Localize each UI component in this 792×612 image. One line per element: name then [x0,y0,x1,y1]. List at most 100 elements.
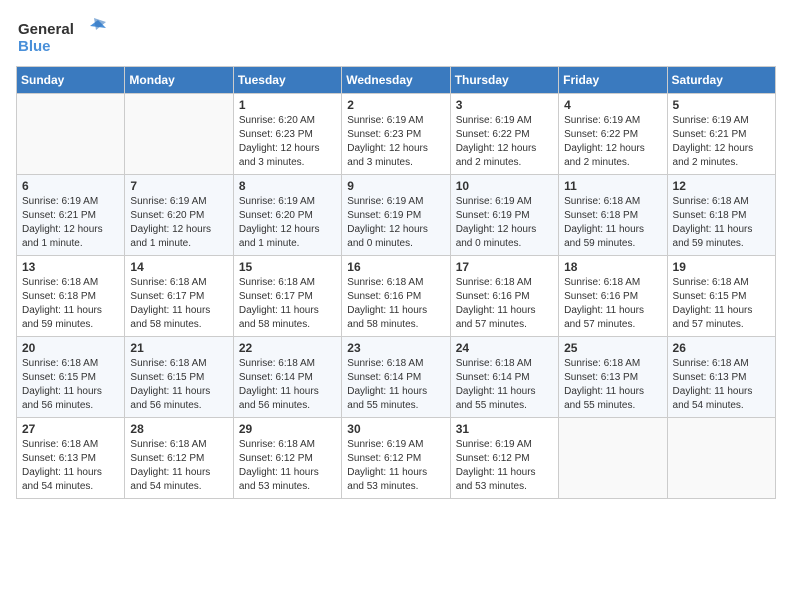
calendar-cell: 24 Sunrise: 6:18 AM Sunset: 6:14 PM Dayli… [450,337,558,418]
cell-info: Sunrise: 6:18 AM Sunset: 6:17 PM Dayligh… [130,276,227,332]
calendar-cell: 19 Sunrise: 6:18 AM Sunset: 6:15 PM Dayli… [667,256,775,337]
cell-info: Sunrise: 6:19 AM Sunset: 6:20 PM Dayligh… [130,195,227,251]
cell-info: Sunrise: 6:18 AM Sunset: 6:12 PM Dayligh… [130,438,227,494]
day-number: 31 [456,422,553,436]
calendar-cell: 25 Sunrise: 6:18 AM Sunset: 6:13 PM Dayli… [559,337,667,418]
cell-info: Sunrise: 6:19 AM Sunset: 6:19 PM Dayligh… [347,195,444,251]
cell-info: Sunrise: 6:19 AM Sunset: 6:22 PM Dayligh… [456,114,553,170]
day-number: 14 [130,260,227,274]
cell-info: Sunrise: 6:18 AM Sunset: 6:12 PM Dayligh… [239,438,336,494]
calendar-cell: 27 Sunrise: 6:18 AM Sunset: 6:13 PM Dayli… [17,418,125,499]
cell-info: Sunrise: 6:18 AM Sunset: 6:16 PM Dayligh… [456,276,553,332]
day-number: 19 [673,260,770,274]
calendar-cell: 3 Sunrise: 6:19 AM Sunset: 6:22 PM Daylig… [450,94,558,175]
day-number: 9 [347,179,444,193]
cell-info: Sunrise: 6:18 AM Sunset: 6:16 PM Dayligh… [564,276,661,332]
weekday-header-cell: Saturday [667,67,775,94]
day-number: 4 [564,98,661,112]
day-number: 15 [239,260,336,274]
cell-info: Sunrise: 6:18 AM Sunset: 6:13 PM Dayligh… [22,438,119,494]
weekday-header-cell: Friday [559,67,667,94]
day-number: 30 [347,422,444,436]
calendar-cell: 17 Sunrise: 6:18 AM Sunset: 6:16 PM Dayli… [450,256,558,337]
calendar-cell: 8Sunrise: 6:19 AM Sunset: 6:20 PM Daylig… [233,175,341,256]
day-number: 22 [239,341,336,355]
cell-info: Sunrise: 6:19 AM Sunset: 6:21 PM Dayligh… [22,195,119,251]
calendar-cell [559,418,667,499]
cell-info: Sunrise: 6:19 AM Sunset: 6:12 PM Dayligh… [347,438,444,494]
weekday-header-cell: Wednesday [342,67,450,94]
cell-info: Sunrise: 6:18 AM Sunset: 6:15 PM Dayligh… [22,357,119,413]
calendar-cell: 4 Sunrise: 6:19 AM Sunset: 6:22 PM Daylig… [559,94,667,175]
cell-info: Sunrise: 6:18 AM Sunset: 6:15 PM Dayligh… [673,276,770,332]
day-number: 13 [22,260,119,274]
calendar-cell: 9 Sunrise: 6:19 AM Sunset: 6:19 PM Daylig… [342,175,450,256]
calendar-cell: 6 Sunrise: 6:19 AM Sunset: 6:21 PM Daylig… [17,175,125,256]
calendar-cell: 13Sunrise: 6:18 AM Sunset: 6:18 PM Dayli… [17,256,125,337]
day-number: 17 [456,260,553,274]
cell-info: Sunrise: 6:18 AM Sunset: 6:16 PM Dayligh… [347,276,444,332]
calendar-week-row: 13Sunrise: 6:18 AM Sunset: 6:18 PM Dayli… [17,256,776,337]
cell-info: Sunrise: 6:18 AM Sunset: 6:14 PM Dayligh… [347,357,444,413]
cell-info: Sunrise: 6:18 AM Sunset: 6:17 PM Dayligh… [239,276,336,332]
calendar-cell [125,94,233,175]
cell-info: Sunrise: 6:18 AM Sunset: 6:14 PM Dayligh… [456,357,553,413]
day-number: 20 [22,341,119,355]
logo-svg: General Blue [16,16,106,56]
calendar-cell [17,94,125,175]
day-number: 10 [456,179,553,193]
calendar-cell: 23 Sunrise: 6:18 AM Sunset: 6:14 PM Dayli… [342,337,450,418]
day-number: 23 [347,341,444,355]
calendar-cell: 5Sunrise: 6:19 AM Sunset: 6:21 PM Daylig… [667,94,775,175]
weekday-header-row: SundayMondayTuesdayWednesdayThursdayFrid… [17,67,776,94]
day-number: 5 [673,98,770,112]
weekday-header-cell: Monday [125,67,233,94]
calendar-cell: 14 Sunrise: 6:18 AM Sunset: 6:17 PM Dayli… [125,256,233,337]
calendar-cell: 2 Sunrise: 6:19 AM Sunset: 6:23 PM Daylig… [342,94,450,175]
day-number: 7 [130,179,227,193]
calendar-table: SundayMondayTuesdayWednesdayThursdayFrid… [16,66,776,499]
day-number: 18 [564,260,661,274]
day-number: 11 [564,179,661,193]
calendar-cell: 16Sunrise: 6:18 AM Sunset: 6:16 PM Dayli… [342,256,450,337]
calendar-cell: 15 Sunrise: 6:18 AM Sunset: 6:17 PM Dayli… [233,256,341,337]
day-number: 6 [22,179,119,193]
calendar-cell [667,418,775,499]
calendar-cell: 18 Sunrise: 6:18 AM Sunset: 6:16 PM Dayli… [559,256,667,337]
svg-text:Blue: Blue [18,38,51,55]
weekday-header-cell: Thursday [450,67,558,94]
calendar-week-row: 6 Sunrise: 6:19 AM Sunset: 6:21 PM Daylig… [17,175,776,256]
cell-info: Sunrise: 6:18 AM Sunset: 6:18 PM Dayligh… [564,195,661,251]
weekday-header-cell: Sunday [17,67,125,94]
day-number: 24 [456,341,553,355]
day-number: 2 [347,98,444,112]
day-number: 26 [673,341,770,355]
cell-info: Sunrise: 6:19 AM Sunset: 6:20 PM Dayligh… [239,195,336,251]
calendar-cell: 31Sunrise: 6:19 AM Sunset: 6:12 PM Dayli… [450,418,558,499]
calendar-week-row: 27 Sunrise: 6:18 AM Sunset: 6:13 PM Dayli… [17,418,776,499]
calendar-body: 1Sunrise: 6:20 AM Sunset: 6:23 PM Daylig… [17,94,776,499]
day-number: 25 [564,341,661,355]
cell-info: Sunrise: 6:18 AM Sunset: 6:18 PM Dayligh… [673,195,770,251]
calendar-cell: 26 Sunrise: 6:18 AM Sunset: 6:13 PM Dayli… [667,337,775,418]
calendar-cell: 20 Sunrise: 6:18 AM Sunset: 6:15 PM Dayli… [17,337,125,418]
day-number: 27 [22,422,119,436]
svg-text:General: General [18,21,74,38]
cell-info: Sunrise: 6:19 AM Sunset: 6:22 PM Dayligh… [564,114,661,170]
day-number: 28 [130,422,227,436]
cell-info: Sunrise: 6:18 AM Sunset: 6:13 PM Dayligh… [673,357,770,413]
cell-info: Sunrise: 6:18 AM Sunset: 6:13 PM Dayligh… [564,357,661,413]
calendar-week-row: 20 Sunrise: 6:18 AM Sunset: 6:15 PM Dayli… [17,337,776,418]
day-number: 21 [130,341,227,355]
cell-info: Sunrise: 6:20 AM Sunset: 6:23 PM Dayligh… [239,114,336,170]
cell-info: Sunrise: 6:19 AM Sunset: 6:19 PM Dayligh… [456,195,553,251]
cell-info: Sunrise: 6:19 AM Sunset: 6:23 PM Dayligh… [347,114,444,170]
day-number: 3 [456,98,553,112]
calendar-cell: 1Sunrise: 6:20 AM Sunset: 6:23 PM Daylig… [233,94,341,175]
calendar-cell: 30 Sunrise: 6:19 AM Sunset: 6:12 PM Dayli… [342,418,450,499]
calendar-cell: 7 Sunrise: 6:19 AM Sunset: 6:20 PM Daylig… [125,175,233,256]
calendar-week-row: 1Sunrise: 6:20 AM Sunset: 6:23 PM Daylig… [17,94,776,175]
header: General Blue [16,16,776,56]
cell-info: Sunrise: 6:18 AM Sunset: 6:14 PM Dayligh… [239,357,336,413]
calendar-cell: 22 Sunrise: 6:18 AM Sunset: 6:14 PM Dayli… [233,337,341,418]
